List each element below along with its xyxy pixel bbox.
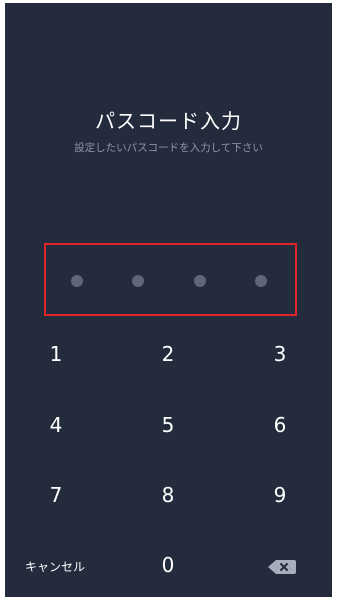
- keypad-key-8[interactable]: 8: [138, 475, 198, 515]
- keypad-key-5[interactable]: 5: [138, 405, 198, 445]
- delete-button[interactable]: [263, 555, 299, 579]
- keypad-key-2[interactable]: 2: [138, 334, 198, 374]
- backspace-icon: [268, 560, 296, 574]
- page-title: パスコード入力: [95, 109, 242, 133]
- keypad-key-1[interactable]: 1: [26, 334, 86, 374]
- keypad-key-0[interactable]: 0: [138, 545, 198, 585]
- cancel-button[interactable]: キャンセル: [15, 555, 95, 579]
- passcode-dot-4: [255, 275, 267, 287]
- passcode-dot-1: [71, 275, 83, 287]
- keypad-key-4[interactable]: 4: [26, 405, 86, 445]
- passcode-dot-2: [132, 275, 144, 287]
- keypad-key-3[interactable]: 3: [250, 334, 310, 374]
- passcode-dot-3: [194, 275, 206, 287]
- keypad-key-6[interactable]: 6: [250, 405, 310, 445]
- passcode-screen: パスコード入力 設定したいパスコードを入力して下さい 1 2 3 4 5 6 7…: [5, 3, 332, 597]
- page-subtitle: 設定したいパスコードを入力して下さい: [74, 142, 263, 154]
- keypad-key-7[interactable]: 7: [26, 475, 86, 515]
- passcode-indicator: [44, 243, 297, 316]
- keypad-key-9[interactable]: 9: [250, 475, 310, 515]
